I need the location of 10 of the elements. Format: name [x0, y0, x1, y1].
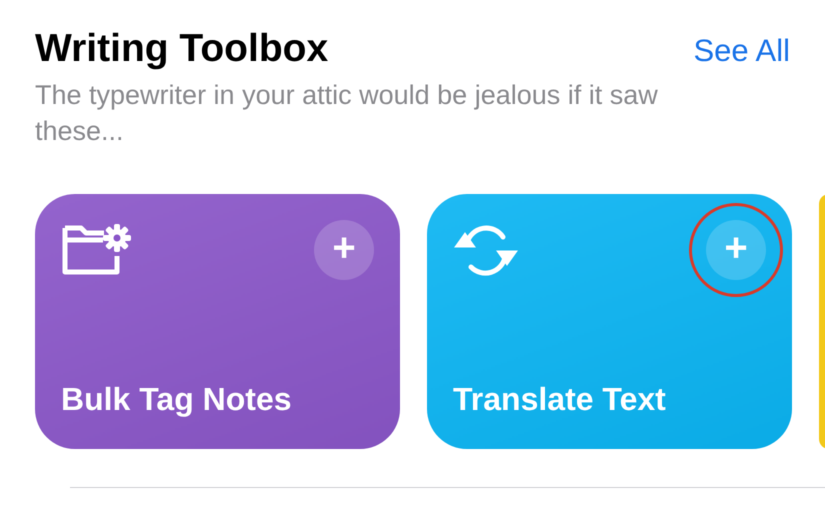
card-title: Bulk Tag Notes — [61, 382, 293, 417]
add-button[interactable]: + — [706, 220, 766, 280]
section-title: Writing Toolbox — [35, 26, 328, 72]
see-all-link[interactable]: See All — [693, 28, 790, 74]
shortcut-card[interactable]: + Bulk Tag Notes — [35, 194, 400, 449]
section-subtitle: The typewriter in your attic would be jealous if it saw these... — [35, 78, 659, 148]
shortcut-card[interactable]: + Translate Text — [427, 194, 792, 449]
folder-gear-icon — [61, 224, 131, 276]
add-button[interactable]: + — [314, 220, 374, 280]
card-title: Translate Text — [453, 382, 667, 417]
